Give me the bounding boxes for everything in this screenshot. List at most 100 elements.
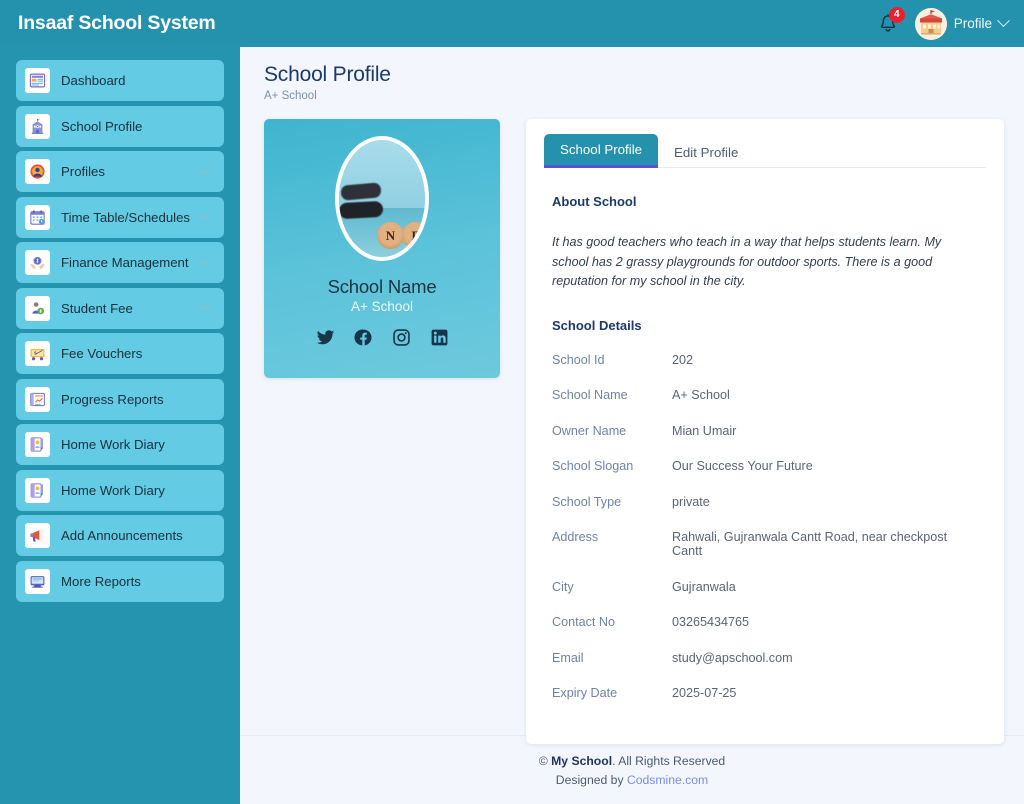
page-footer: © My School. All Rights Reserved Designe… — [240, 735, 1024, 804]
diary-icon — [25, 477, 50, 503]
sidebar-item-label: Time Table/Schedules — [61, 209, 191, 225]
sidebar-item-label: Home Work Diary — [61, 437, 165, 452]
app-root: Insaaf School System 4 Profile Dashboard… — [0, 0, 1024, 804]
profile-card-subtitle: A+ School — [351, 299, 413, 314]
report-chart-icon — [25, 386, 50, 412]
profile-card-name: School Name — [327, 276, 437, 297]
sidebar-item-student-fee[interactable]: Student Fee — [16, 287, 224, 329]
profile-tabs: School Profile Edit Profile — [544, 133, 986, 168]
sidebar-item-school-profile[interactable]: School Profile — [16, 105, 224, 147]
main-scroll-area: School Profile A+ School N F School Name… — [240, 47, 1024, 744]
dashboard-icon — [25, 68, 50, 93]
detail-value: Gujranwala — [672, 579, 736, 594]
detail-row: Owner Name Mian Umair — [544, 424, 986, 438]
school-details-list: School Id 202 School Name A+ School Owner Na… — [544, 353, 986, 701]
detail-row: City Gujranwala — [544, 580, 986, 594]
calendar-icon — [25, 204, 50, 230]
sidebar-item-add-announcements[interactable]: Add Announcements — [16, 515, 224, 556]
photo-letter-disc-2: F — [402, 222, 425, 249]
detail-value: private — [672, 494, 710, 509]
notifications-button[interactable]: 4 — [875, 6, 905, 39]
detail-key: Expiry Date — [552, 686, 618, 701]
footer-designed-by: Designed by Codsmine.com — [556, 773, 708, 787]
tab-edit-profile[interactable]: Edit Profile — [658, 137, 754, 168]
detail-value: 03265434765 — [672, 615, 750, 630]
detail-row: School Slogan Our Success Your Future — [544, 459, 986, 473]
detail-row: Email study@apschool.com — [544, 651, 986, 665]
diary-icon — [25, 432, 50, 457]
header-right-group: 4 Profile — [875, 6, 1010, 40]
detail-value: Our Success Your Future — [672, 459, 813, 474]
sidebar-item-label: Finance Management — [61, 255, 189, 270]
chevron-down-icon — [997, 14, 1010, 28]
twitter-icon[interactable] — [316, 328, 335, 352]
detail-key: School Type — [552, 494, 622, 509]
school-avatar-photo: N F — [335, 136, 429, 261]
profile-menu-button[interactable]: Profile — [914, 7, 1010, 40]
detail-value: Rahwali, Gujranwala Cantt Road, near che… — [672, 530, 948, 559]
detail-key: Address — [552, 530, 599, 545]
detail-row: School Type private — [544, 495, 986, 509]
sidebar-item-profiles[interactable]: Profiles — [16, 151, 224, 192]
sidebar-nav: Dashboard School Profile Profiles Time Tabl… — [0, 47, 240, 804]
footer-designed-prefix: Designed by — [555, 772, 627, 787]
chevron-down-icon[interactable] — [198, 299, 210, 311]
chevron-down-icon[interactable] — [198, 254, 210, 266]
chevron-down-icon[interactable] — [198, 208, 210, 220]
detail-value: Mian Umair — [672, 423, 737, 438]
detail-value: 2025-07-25 — [672, 686, 737, 701]
sidebar-item-label: More Reports — [61, 573, 141, 589]
detail-key: Email — [552, 650, 584, 665]
instagram-icon[interactable] — [392, 328, 411, 352]
designer-link[interactable]: Codsmine.com — [627, 773, 708, 787]
sidebar-item-time-table-schedules[interactable]: Time Table/Schedules — [16, 196, 224, 238]
detail-key: Contact No — [552, 615, 615, 630]
sidebar-item-label: School Profile — [61, 118, 143, 134]
detail-value: 202 — [672, 352, 694, 367]
footer-copyright-symbol: © — [538, 753, 548, 768]
page-subtitle: A+ School — [264, 90, 317, 102]
sidebar-item-home-work-diary[interactable]: Home Work Diary — [16, 469, 224, 511]
notification-count-badge: 4 — [888, 6, 905, 23]
body-row: Dashboard School Profile Profiles Time Tabl… — [0, 47, 1024, 804]
about-school-heading: About School — [552, 194, 637, 209]
school-details-card: School Profile Edit Profile About School … — [526, 119, 1004, 744]
sidebar-item-label: Student Fee — [61, 300, 133, 316]
detail-value: study@apschool.com — [672, 650, 793, 665]
detail-value: A+ School — [672, 388, 730, 403]
about-school-text: It has good teachers who teach in a way … — [552, 235, 942, 289]
sidebar-item-finance-management[interactable]: Finance Management — [16, 242, 224, 283]
detail-key: School Id — [552, 352, 605, 367]
student-fee-icon — [25, 295, 50, 321]
app-brand-title: Insaaf School System — [18, 12, 216, 34]
facebook-icon[interactable] — [353, 328, 373, 352]
social-links — [316, 328, 449, 352]
megaphone-icon — [25, 523, 50, 548]
photo-letter-disc-1: N — [377, 222, 404, 249]
detail-row: School Name A+ School — [544, 388, 986, 402]
linkedin-icon[interactable] — [430, 328, 449, 352]
detail-row: Address Rahwali, Gujranwala Cantt Road, n… — [544, 530, 986, 558]
detail-row: Contact No 03265434765 — [544, 615, 986, 629]
main-content: School Profile A+ School N F School Name… — [240, 47, 1024, 804]
finance-icon — [25, 250, 50, 275]
sidebar-item-label: Fee Vouchers — [61, 346, 143, 361]
tab-school-profile[interactable]: School Profile — [544, 134, 659, 168]
school-icon — [25, 113, 50, 139]
sidebar-item-more-reports[interactable]: More Reports — [16, 560, 224, 602]
sidebar-item-dashboard[interactable]: Dashboard — [16, 60, 224, 101]
sidebar-item-home-work-diary[interactable]: Home Work Diary — [16, 424, 224, 465]
sidebar-item-label: Home Work Diary — [61, 482, 165, 498]
sidebar-item-progress-reports[interactable]: Progress Reports — [16, 378, 224, 420]
user-circle-icon — [25, 159, 50, 184]
detail-key: School Slogan — [552, 459, 634, 474]
sidebar-item-fee-vouchers[interactable]: $ Fee Vouchers — [16, 333, 224, 374]
school-building-avatar — [914, 7, 947, 40]
detail-row: Expiry Date 2025-07-25 — [544, 686, 986, 700]
chevron-down-icon[interactable] — [198, 163, 210, 175]
profile-menu-label: Profile — [953, 16, 992, 31]
sidebar-item-label: Add Announcements — [61, 528, 183, 543]
footer-brand: My School — [551, 753, 613, 768]
detail-key: City — [552, 579, 574, 594]
detail-key: School Name — [552, 388, 628, 403]
